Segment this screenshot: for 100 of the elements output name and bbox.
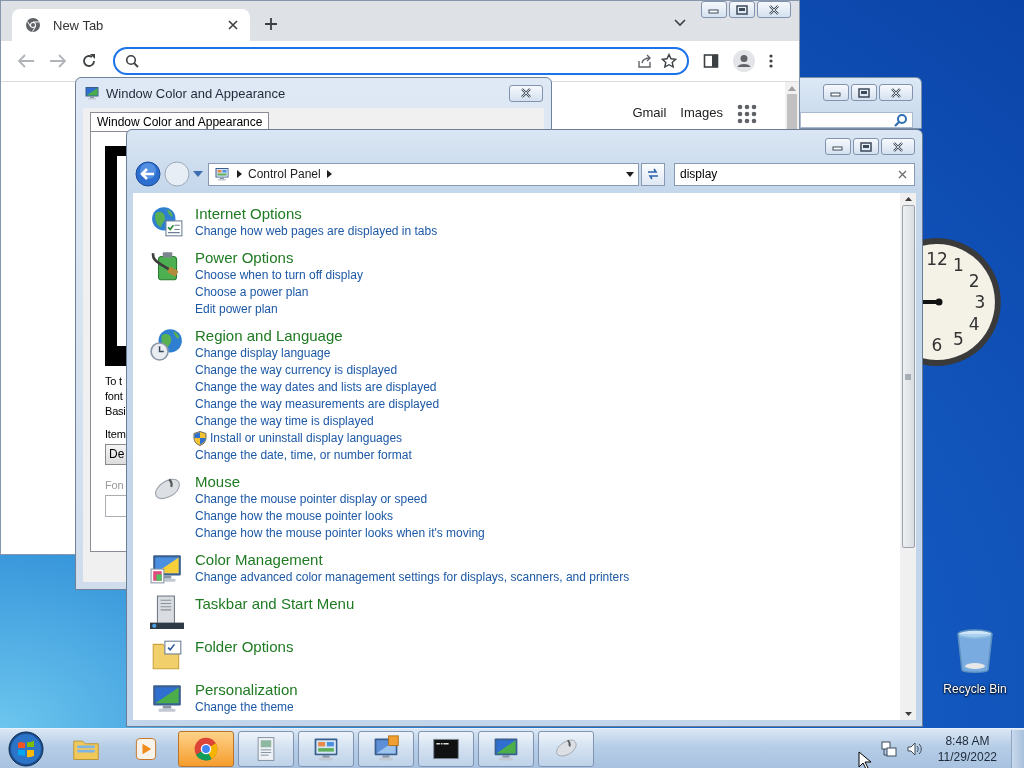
task-link[interactable]: Install or uninstall display languages [193,430,403,447]
close-icon [889,86,903,99]
maximize-icon [859,140,873,153]
description-text: font [105,389,124,404]
task-link[interactable]: Change the theme [195,699,294,716]
share-icon[interactable] [637,53,653,69]
item-label: Item [105,427,126,442]
clock-numeral: 4 [968,313,980,334]
desktop-icon-label[interactable]: Recycle Bin [943,682,1007,696]
recycle-bin-icon[interactable] [955,628,995,674]
monitor-icon [213,166,231,182]
arrow-up-icon[interactable] [904,197,912,201]
refresh-icon [646,167,661,181]
folder-icon [150,638,184,672]
clock-time[interactable]: 8:48 AM [945,732,990,749]
dialog-tab[interactable]: Window Color and Appearance [90,112,270,131]
category-link[interactable]: Color Management [195,551,323,569]
description-text: Basi [105,404,126,419]
category-link[interactable]: Mouse [195,473,241,491]
chrome-logo-icon [25,17,41,33]
close-icon[interactable] [228,20,238,30]
task-link[interactable]: Choose when to turn off display [195,267,363,284]
task-link[interactable]: Change the way measurements are displayed [195,396,440,413]
breadcrumb-item[interactable]: Control Panel [248,167,321,181]
category-link[interactable]: Power Options [195,249,294,267]
monitor-icon [372,734,400,763]
item-dropdown[interactable]: De [105,444,126,465]
clock-hand [923,298,943,306]
cursor-icon [858,751,872,768]
monitor-icon [84,85,100,101]
clock-numeral: 6 [931,335,943,355]
grip-icon [905,373,911,380]
profile-icon[interactable] [733,50,755,72]
maximize-icon [857,86,871,99]
font-label: Fon [105,478,124,493]
close-icon [519,87,533,99]
task-link[interactable]: Change display language [195,345,331,362]
maximize-button[interactable] [851,84,877,101]
search-icon[interactable] [894,113,908,127]
task-link[interactable]: Change the way time is displayed [195,413,374,430]
close-icon [891,140,905,153]
star-icon[interactable] [661,53,677,69]
close-button[interactable] [757,1,791,18]
task-link[interactable]: Change how web pages are displayed in tabs [195,223,438,240]
computer-tower-icon [150,595,184,629]
globe-icon [150,205,184,239]
close-icon [767,3,781,16]
category-link[interactable]: Region and Language [195,327,343,345]
refresh-button[interactable] [641,162,665,186]
category-link[interactable]: Personalization [195,681,298,699]
clock-numeral: 1 [953,254,964,275]
task-link[interactable]: Change advanced color management settings for displays, scanners, and printers [195,569,630,586]
task-link[interactable]: Choose a power plan [195,284,309,301]
category-link[interactable]: Folder Options [195,638,294,656]
new-tab-icon[interactable] [264,17,278,31]
chevron-right-icon[interactable] [237,170,242,178]
scrollbar[interactable] [900,193,916,720]
task-link[interactable]: Change the date, time, or number format [195,447,412,464]
chevron-down-icon[interactable] [674,19,686,27]
clock-numeral: 3 [974,292,986,312]
task-link[interactable]: Change how the mouse pointer looks [195,508,394,525]
category-link[interactable]: Taskbar and Start Menu [195,595,355,613]
maximize-button[interactable] [729,1,755,18]
task-link[interactable]: Change the way currency is displayed [195,362,398,379]
back-button[interactable] [135,161,161,187]
dropdown-arrow-icon[interactable] [626,171,635,177]
task-link[interactable]: Change the way dates and lists are displayed [195,379,437,396]
maximize-button[interactable] [853,138,879,155]
search-field[interactable] [800,112,913,128]
clear-icon[interactable] [898,169,907,179]
window-title: Window Color and Appearance [106,85,286,101]
header-link[interactable]: Images [680,104,723,122]
clock-numeral: 12 [926,249,948,269]
search-icon [125,54,139,68]
clock-numeral: 2 [968,270,980,291]
description-text: To t [105,374,123,389]
taskbar-button[interactable] [418,730,474,767]
search-field[interactable]: display [674,162,915,186]
network-icon[interactable] [879,739,898,758]
apps-grid-icon[interactable] [737,104,757,124]
header-link[interactable]: Gmail [632,104,667,122]
close-button[interactable] [881,138,915,155]
font-field[interactable] [105,495,126,517]
arrow-down-icon[interactable] [904,712,912,716]
maximize-icon [735,3,749,16]
task-link[interactable]: Edit power plan [195,301,278,318]
task-link[interactable]: Change the mouse pointer display or speed [195,491,428,508]
clock-date[interactable]: 11/29/2022 [937,748,997,765]
address-bar[interactable]: Control Panel [208,162,640,186]
category-link[interactable]: Internet Options [195,205,302,223]
close-button[interactable] [509,84,543,102]
menu-icon[interactable] [769,53,773,69]
clock-numeral: 5 [953,329,964,350]
reload-icon[interactable] [81,53,97,69]
side-panel-icon[interactable] [703,53,719,69]
chevron-right-icon[interactable] [326,170,332,178]
address-field[interactable] [113,47,689,75]
task-link[interactable]: Change how the mouse pointer looks when it's moving [195,525,485,542]
browser-tab[interactable]: New Tab [12,9,250,41]
close-button[interactable] [879,84,913,101]
